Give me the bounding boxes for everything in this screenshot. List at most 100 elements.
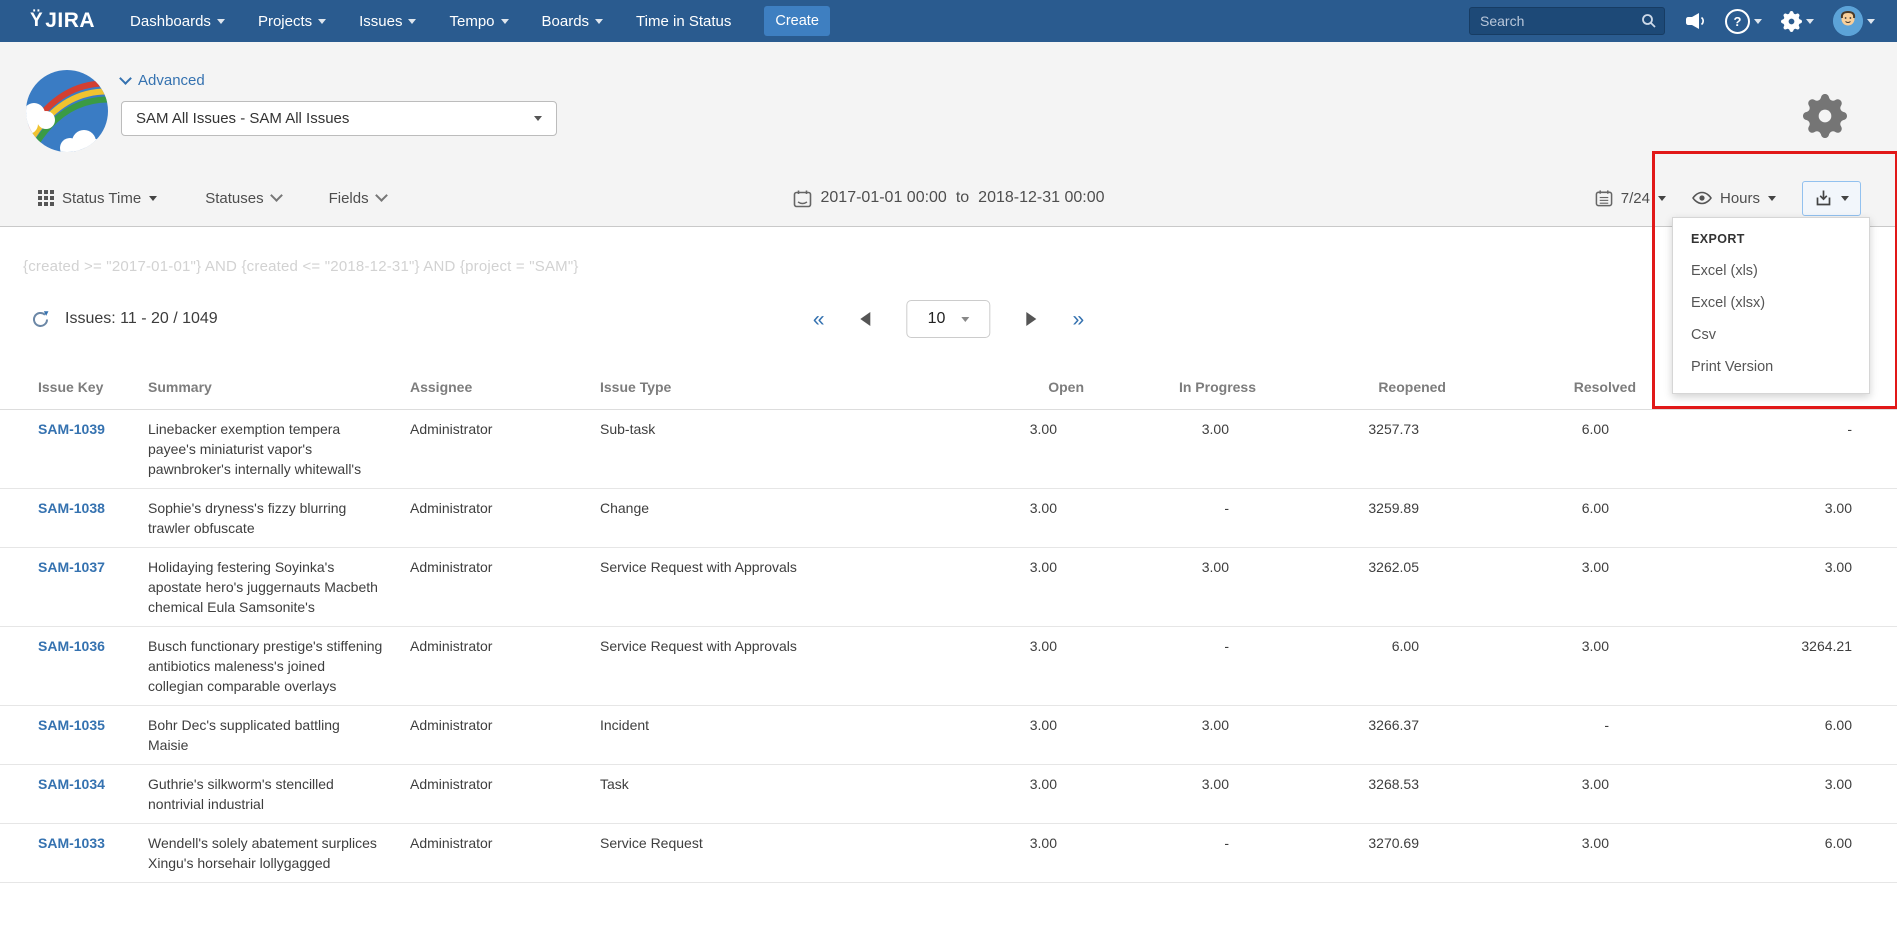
assignee-cell: Administrator (410, 824, 600, 883)
statuses-menu[interactable]: Statuses (205, 190, 280, 207)
nav-item-dashboards[interactable]: Dashboards (130, 13, 225, 30)
date-range-picker[interactable]: 2017-01-01 00:00 to 2018-12-31 00:00 (793, 189, 1105, 208)
chevron-down-icon (1867, 19, 1875, 24)
col-header-issue-type: Issue Type (600, 367, 912, 410)
create-button[interactable]: Create (764, 6, 830, 36)
issue-key-link[interactable]: SAM-1038 (38, 500, 105, 516)
issue-key-cell: SAM-1035 (0, 706, 148, 765)
closed-cell: 3.00 (1636, 765, 1897, 824)
col-header-issue-key: Issue Key (0, 367, 148, 410)
resolved-cell: - (1446, 706, 1636, 765)
export-button[interactable] (1802, 181, 1861, 216)
help-menu[interactable]: ? (1725, 9, 1762, 34)
resolved-cell: 3.00 (1446, 765, 1636, 824)
jira-mark-icon: Ϋ (30, 10, 43, 32)
nav-item-issues[interactable]: Issues (359, 13, 416, 30)
pagination: « 10 » (813, 300, 1084, 338)
search-input[interactable] (1469, 7, 1665, 35)
report-type-menu[interactable]: Status Time (38, 190, 157, 207)
summary-cell: Wendell's solely abatement surplices Xin… (148, 824, 410, 883)
col-header-resolved: Resolved (1446, 367, 1636, 410)
advanced-toggle[interactable]: Advanced (121, 72, 205, 89)
issue-type-cell: Sub-task (600, 410, 912, 489)
chevron-down-icon (595, 19, 603, 24)
refresh-icon[interactable] (30, 309, 51, 330)
chevron-down-icon (1754, 19, 1762, 24)
toolbar-right: 7/24 Hours (1595, 181, 1861, 216)
help-icon: ? (1725, 9, 1750, 34)
issue-key-link[interactable]: SAM-1033 (38, 835, 105, 851)
resolved-cell: 6.00 (1446, 489, 1636, 548)
reopened-cell: 3259.89 (1256, 489, 1446, 548)
last-page-icon[interactable]: » (1073, 309, 1085, 330)
nav-item-label: Tempo (449, 13, 494, 30)
nav-item-boards[interactable]: Boards (542, 13, 604, 30)
fields-menu[interactable]: Fields (329, 190, 386, 207)
issue-key-cell: SAM-1034 (0, 765, 148, 824)
assignee-cell: Administrator (410, 765, 600, 824)
export-option-csv[interactable]: Csv (1673, 319, 1869, 351)
advanced-label: Advanced (138, 72, 205, 89)
unit-menu[interactable]: Hours (1692, 190, 1776, 207)
table-row: SAM-1034 Guthrie's silkworm's stencilled … (0, 765, 1897, 824)
nav-left: Ϋ JIRA Dashboards Projects Issues Tempo Boar… (30, 6, 830, 36)
issue-key-link[interactable]: SAM-1036 (38, 638, 105, 654)
table-row: SAM-1038 Sophie's dryness's fizzy blurrin… (0, 489, 1897, 548)
statuses-label: Statuses (205, 190, 263, 207)
col-header-summary: Summary (148, 367, 410, 410)
chevron-down-icon (149, 196, 157, 201)
saved-filter-select[interactable]: SAM All Issues - SAM All Issues (121, 101, 557, 136)
table-row: SAM-1035Bohr Dec's supplicated battling … (0, 706, 1897, 765)
date-separator: to (956, 189, 969, 207)
header-band: Advanced SAM All Issues - SAM All Issues… (0, 42, 1897, 227)
issue-key-link[interactable]: SAM-1037 (38, 559, 105, 575)
issue-key-link[interactable]: SAM-1035 (38, 717, 105, 733)
page-size-select[interactable]: 10 (907, 300, 991, 338)
calendar-mode-label: 7/24 (1621, 190, 1650, 207)
open-cell: 3.00 (912, 824, 1084, 883)
first-page-icon[interactable]: « (813, 309, 825, 330)
nav-item-tempo[interactable]: Tempo (449, 13, 508, 30)
nav-item-label: Dashboards (130, 13, 211, 30)
resolved-cell: 3.00 (1446, 824, 1636, 883)
summary-cell: Linebacker exemption tempera payee's min… (148, 410, 410, 489)
report-toolbar: Status Time Statuses Fields 2017-01-01 0… (0, 178, 1897, 218)
resolved-cell: 3.00 (1446, 548, 1636, 627)
user-menu[interactable] (1833, 6, 1875, 36)
export-option-print-version[interactable]: Print Version (1673, 351, 1869, 383)
date-from: 2017-01-01 00:00 (821, 189, 947, 207)
col-header-reopened: Reopened (1256, 367, 1446, 410)
closed-cell: 3.00 (1636, 548, 1897, 627)
closed-cell: 6.00 (1636, 824, 1897, 883)
issue-key-link[interactable]: SAM-1039 (38, 421, 105, 437)
col-header-assignee: Assignee (410, 367, 600, 410)
settings-button[interactable] (1803, 94, 1847, 143)
issues-table: Issue KeySummaryAssigneeIssue TypeOpenIn… (0, 367, 1897, 883)
issue-key-cell: SAM-1036 (0, 627, 148, 706)
next-page-icon[interactable] (1027, 312, 1037, 326)
issue-key-link[interactable]: SAM-1034 (38, 776, 105, 792)
nav-item-time-in-status[interactable]: Time in Status (636, 13, 731, 30)
jira-logo[interactable]: Ϋ JIRA (30, 9, 95, 33)
calendar-mode-menu[interactable]: 7/24 (1595, 189, 1666, 207)
table-header-row: Issue KeySummaryAssigneeIssue TypeOpenIn… (0, 367, 1897, 410)
issues-count-text: Issues: 11 - 20 / 1049 (65, 310, 218, 328)
summary-cell: Sophie's dryness's fizzy blurring trawle… (148, 489, 410, 548)
admin-menu[interactable] (1781, 11, 1814, 32)
nav-item-projects[interactable]: Projects (258, 13, 326, 30)
resolved-cell: 6.00 (1446, 410, 1636, 489)
announcements-button[interactable] (1684, 10, 1706, 32)
export-option-excel-xls[interactable]: Excel (xls) (1673, 255, 1869, 287)
export-option-excel-xlsx[interactable]: Excel (xlsx) (1673, 287, 1869, 319)
open-cell: 3.00 (912, 765, 1084, 824)
issue-key-cell: SAM-1033 (0, 824, 148, 883)
summary-cell: Busch functionary prestige's stiffening … (148, 627, 410, 706)
prev-page-icon[interactable] (861, 312, 871, 326)
issue-type-cell: Incident (600, 706, 912, 765)
reopened-cell: 3262.05 (1256, 548, 1446, 627)
chevron-down-icon (961, 317, 969, 322)
issue-type-cell: Change (600, 489, 912, 548)
in-progress-cell: - (1084, 627, 1256, 706)
summary-cell: Guthrie's silkworm's stencilled nontrivi… (148, 765, 410, 824)
table-row: SAM-1039 Linebacker exemption tempera pay… (0, 410, 1897, 489)
